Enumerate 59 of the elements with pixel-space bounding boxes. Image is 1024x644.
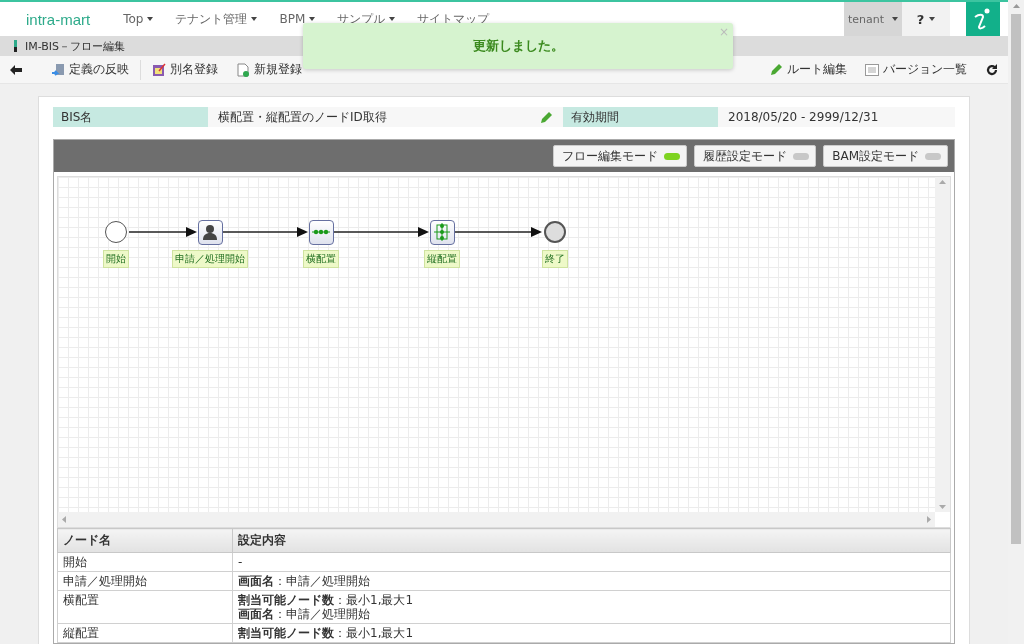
toolbar-button[interactable]: 定義の反映 <box>44 61 136 78</box>
table-cell: 割当可能ノード数：最小1,最大1 <box>232 623 951 643</box>
end-node <box>544 221 566 243</box>
menu-item[interactable]: テナント管理 <box>164 10 269 28</box>
logo: intra-mart <box>25 10 92 28</box>
field-label: BIS名 <box>53 107 208 127</box>
toolbar-button[interactable]: 別名登録 <box>145 61 225 78</box>
table-cell: 縦配置 <box>57 623 233 643</box>
scroll-right-icon[interactable] <box>927 516 931 523</box>
start-node <box>105 221 127 243</box>
table-cell: 画面名：申請／処理開始 <box>232 571 951 591</box>
mode-button[interactable]: 履歴設定モード <box>694 145 817 167</box>
bis-name-value: 横配置・縦配置のノードID取得 <box>218 108 388 126</box>
period-value: 2018/05/20 - 2999/12/31 <box>728 110 880 124</box>
node-label: 縦配置 <box>424 250 460 268</box>
scroll-up-icon[interactable] <box>939 180 946 184</box>
user-menu[interactable]: tenant <box>844 2 902 36</box>
notepad-icon <box>152 62 166 77</box>
back-arrow-icon[interactable] <box>10 64 22 75</box>
caret-icon <box>147 17 154 21</box>
new-document-icon <box>236 62 250 77</box>
node-label: 開始 <box>103 250 129 268</box>
mode-button[interactable]: フロー編集モード <box>553 145 688 167</box>
node-label: 横配置 <box>303 250 339 268</box>
table-cell: 横配置 <box>57 590 233 624</box>
dots-icon <box>312 228 330 236</box>
arrow <box>129 226 197 238</box>
list-icon <box>865 63 879 76</box>
caret-icon <box>892 17 899 21</box>
table-cell: 開始 <box>57 552 233 572</box>
menu-item[interactable]: Top <box>112 12 165 26</box>
toolbar-button[interactable]: ルート編集 <box>763 61 854 78</box>
scroll-down-icon[interactable] <box>939 505 946 509</box>
table-cell: 割当可能ノード数：最小1,最大1 画面名：申請／処理開始 <box>232 590 951 624</box>
node-label: 終了 <box>542 250 568 268</box>
mode-button[interactable]: BAM設定モード <box>823 145 948 167</box>
caret-icon <box>929 17 936 21</box>
scrollbar-thumb[interactable] <box>1011 14 1021 544</box>
toolbar-button[interactable]: バージョン一覧 <box>858 61 974 78</box>
column-header: 設定内容 <box>232 528 951 553</box>
pencil-icon <box>770 63 783 76</box>
pencil-icon[interactable] <box>540 110 553 124</box>
vertical-dots-icon <box>434 223 450 241</box>
help-menu[interactable]: ? <box>902 2 950 36</box>
refresh-icon[interactable] <box>986 63 998 76</box>
column-header: ノード名 <box>57 528 233 553</box>
scroll-up-icon[interactable] <box>1012 4 1020 8</box>
table-cell: - <box>232 552 951 572</box>
server-icon <box>51 62 65 77</box>
caret-icon <box>251 17 258 21</box>
table-cell: 申請／処理開始 <box>57 571 233 591</box>
scroll-left-icon[interactable] <box>62 516 66 523</box>
page-title: IM-BIS－フロー編集 <box>25 38 126 54</box>
field-label: 有効期間 <box>563 107 718 127</box>
node-label: 申請／処理開始 <box>172 250 248 268</box>
toast-message: 更新しました。 <box>472 37 564 55</box>
toolbar-button[interactable]: 新規登録 <box>229 61 309 78</box>
person-icon <box>202 224 218 240</box>
title-marker-icon <box>14 40 17 52</box>
